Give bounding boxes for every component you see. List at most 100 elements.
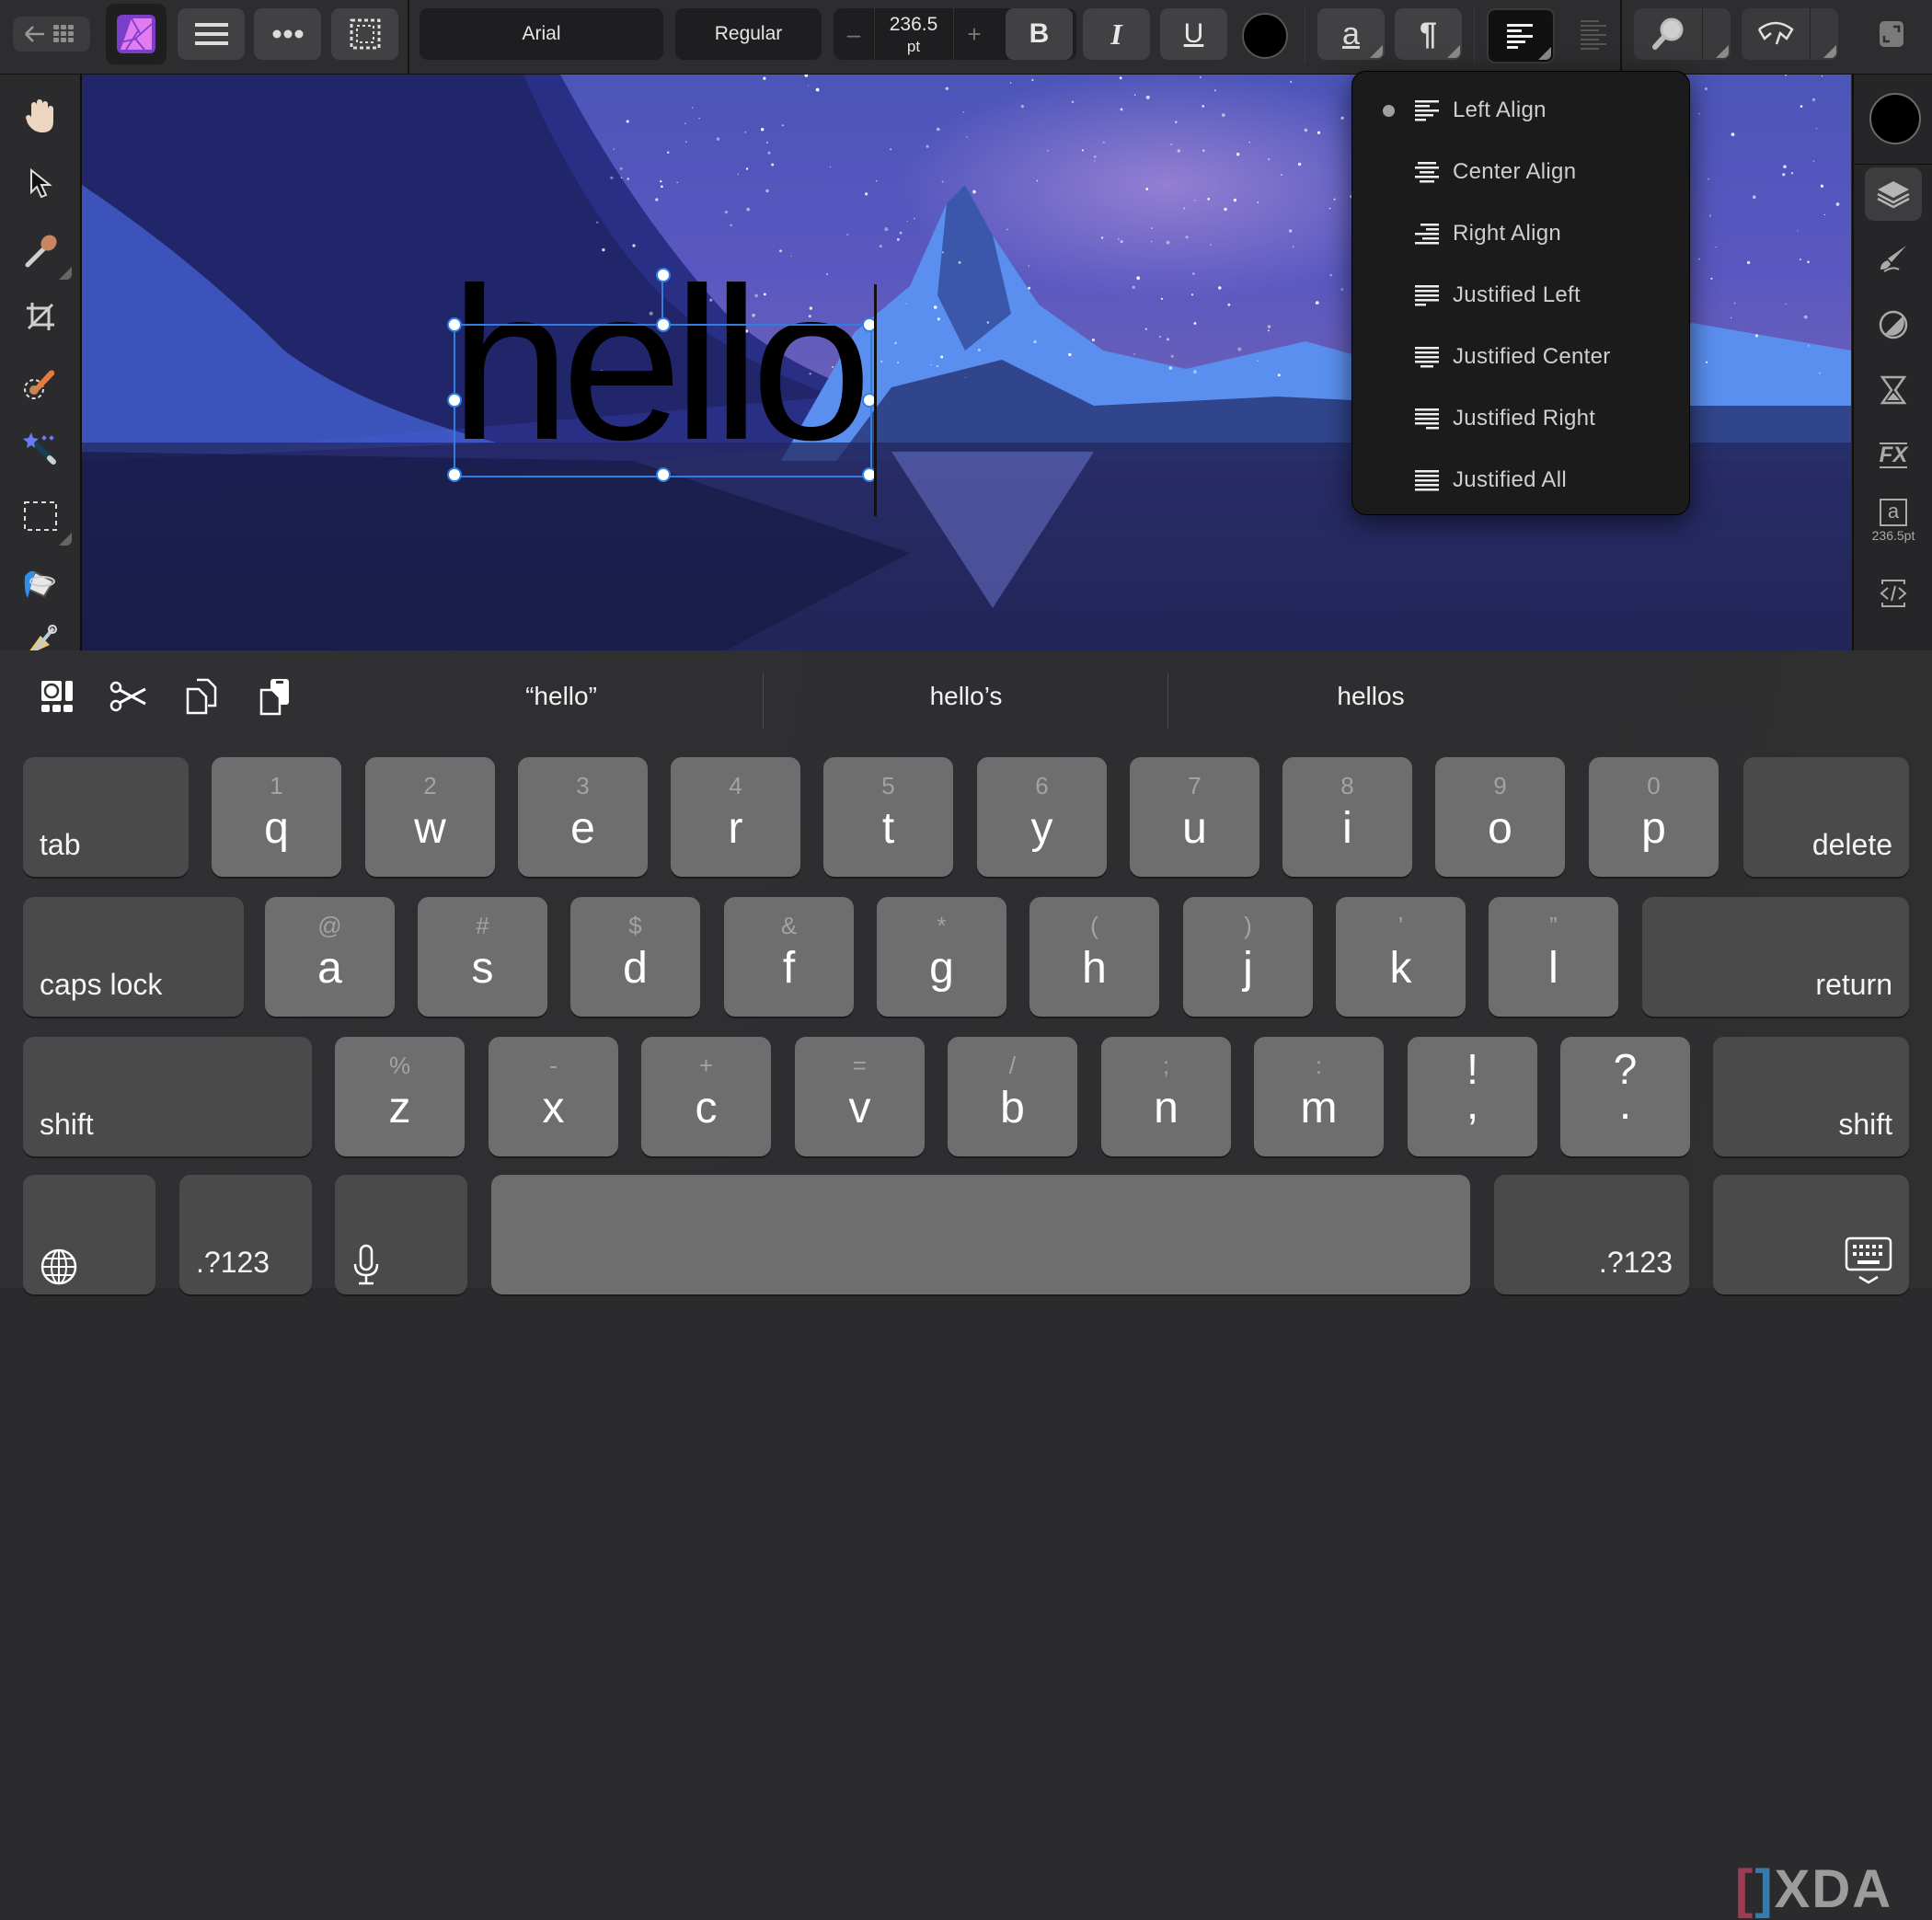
key-f[interactable]: & f	[724, 897, 854, 1017]
paste-button[interactable]	[255, 676, 295, 717]
key-c[interactable]: + c	[641, 1037, 771, 1156]
color-picker-tool[interactable]	[17, 226, 72, 280]
key-i[interactable]: 8i	[1282, 757, 1412, 877]
view-zoom-button[interactable]	[1634, 8, 1731, 60]
menu-item-justified-center[interactable]: Justified Center	[1352, 328, 1689, 385]
key-k[interactable]: ’ k	[1336, 897, 1466, 1017]
emoji-key[interactable]	[37, 676, 77, 717]
dictation-key[interactable]	[335, 1175, 467, 1294]
text-color-swatch[interactable]	[1242, 13, 1288, 59]
resize-handle-bottom[interactable]	[656, 467, 671, 482]
effects-studio-button[interactable]: FX	[1865, 429, 1922, 482]
rotation-handle[interactable]	[656, 268, 671, 282]
layers-studio-button[interactable]	[1865, 167, 1922, 221]
font-size-input[interactable]: 236.5 pt	[875, 8, 952, 60]
menu-item-justified-all[interactable]: Justified All	[1352, 452, 1689, 509]
caps-lock-key[interactable]: caps lock	[23, 897, 244, 1017]
font-family-field[interactable]: Arial	[420, 8, 663, 60]
view-tool[interactable]	[17, 92, 64, 140]
key-w[interactable]: 2w	[365, 757, 495, 877]
adjustments-studio-button[interactable]	[1865, 298, 1922, 351]
star	[1708, 214, 1711, 217]
brushes-studio-button[interactable]	[1865, 233, 1922, 286]
app-logo-button[interactable]	[106, 4, 167, 64]
font-style-field[interactable]: Regular	[675, 8, 822, 60]
alignment-button[interactable]	[1487, 8, 1555, 63]
cut-button[interactable]	[108, 676, 148, 717]
tab-key[interactable]: tab	[23, 757, 189, 877]
resize-handle-bottom-left[interactable]	[447, 467, 462, 482]
key-s[interactable]: # s	[418, 897, 547, 1017]
resize-handle-left[interactable]	[447, 393, 462, 408]
key-u[interactable]: 7u	[1130, 757, 1259, 877]
key-j[interactable]: ) j	[1183, 897, 1313, 1017]
key-o[interactable]: 9o	[1435, 757, 1565, 877]
menu-item-justified-right[interactable]: Justified Right	[1352, 390, 1689, 447]
key-x[interactable]: -x	[489, 1037, 618, 1156]
fullscreen-button[interactable]	[1880, 21, 1903, 47]
space-key[interactable]	[491, 1175, 1470, 1294]
back-to-gallery-button[interactable]	[13, 17, 90, 52]
crop-tool[interactable]	[17, 293, 64, 340]
shift-key[interactable]: shift	[1713, 1037, 1909, 1156]
selection-button[interactable]	[331, 8, 398, 60]
flood-select-tool[interactable]	[17, 425, 64, 473]
key-period[interactable]: ?.	[1560, 1037, 1690, 1156]
key-l[interactable]: ” l	[1489, 897, 1618, 1017]
underline-button[interactable]: U	[1160, 8, 1227, 60]
key-p[interactable]: 0p	[1589, 757, 1719, 877]
key-m[interactable]: :m	[1254, 1037, 1384, 1156]
key-t[interactable]: 5t	[823, 757, 953, 877]
delete-key[interactable]: delete	[1743, 757, 1909, 877]
key-e[interactable]: 3e	[518, 757, 648, 877]
history-studio-button[interactable]	[1865, 363, 1922, 417]
star	[865, 192, 868, 196]
primary-color-swatch[interactable]	[1869, 93, 1921, 144]
paragraph-button[interactable]: ¶	[1395, 8, 1462, 60]
return-key[interactable]: return	[1642, 897, 1909, 1017]
key-v[interactable]: = v	[795, 1037, 925, 1156]
suggestion-1[interactable]: “hello”	[359, 650, 764, 742]
menu-item-right-align[interactable]: Right Align	[1352, 205, 1689, 262]
resize-handle-top-left[interactable]	[447, 317, 462, 332]
suggestion-3[interactable]: hellos	[1168, 650, 1573, 742]
move-tool[interactable]	[17, 159, 64, 207]
key-z[interactable]: % z	[335, 1037, 465, 1156]
character-button[interactable]: a	[1317, 8, 1385, 60]
decrease-font-size-button[interactable]: –	[834, 8, 875, 60]
menu-item-center-align[interactable]: Center Align	[1352, 144, 1689, 201]
vertical-alignment-button[interactable]	[1581, 20, 1608, 54]
globe-key[interactable]	[23, 1175, 155, 1294]
character-studio-button[interactable]: a 236.5pt	[1865, 494, 1922, 547]
suggestion-2[interactable]: hello’s	[764, 650, 1168, 742]
main-menu-button[interactable]	[178, 8, 245, 60]
increase-font-size-button[interactable]: +	[953, 8, 995, 60]
key-q[interactable]: 1q	[212, 757, 341, 877]
123-key[interactable]: .?123	[1494, 1175, 1689, 1294]
selection-brush-tool[interactable]	[17, 359, 64, 407]
bold-button[interactable]: B	[1006, 8, 1073, 60]
key-r[interactable]: 4r	[671, 757, 800, 877]
copy-button[interactable]	[181, 676, 222, 717]
paint-brush-tool[interactable]	[17, 623, 64, 650]
shift-key[interactable]: shift	[23, 1037, 312, 1156]
dismiss-keyboard-key[interactable]	[1713, 1175, 1909, 1294]
more-options-button[interactable]	[254, 8, 321, 60]
key-n[interactable]: ; n	[1101, 1037, 1231, 1156]
key-d[interactable]: $ d	[570, 897, 700, 1017]
italic-button[interactable]: I	[1083, 8, 1150, 60]
key-a[interactable]: @ a	[265, 897, 395, 1017]
rectangular-marquee-tool[interactable]	[17, 492, 72, 546]
key-h[interactable]: (h	[1029, 897, 1159, 1017]
123-key[interactable]: .?123	[179, 1175, 312, 1294]
flood-fill-tool[interactable]	[17, 559, 64, 607]
key-y[interactable]: 6y	[977, 757, 1107, 877]
key-g[interactable]: * g	[877, 897, 1006, 1017]
menu-item-left-align[interactable]: Left Align	[1352, 82, 1689, 139]
assistant-button[interactable]	[1742, 8, 1838, 60]
key-comma[interactable]: !,	[1408, 1037, 1537, 1156]
resize-handle-top[interactable]	[656, 317, 671, 332]
macro-studio-button[interactable]	[1865, 567, 1922, 620]
menu-item-justified-left[interactable]: Justified Left	[1352, 267, 1689, 324]
key-b[interactable]: / b	[948, 1037, 1077, 1156]
